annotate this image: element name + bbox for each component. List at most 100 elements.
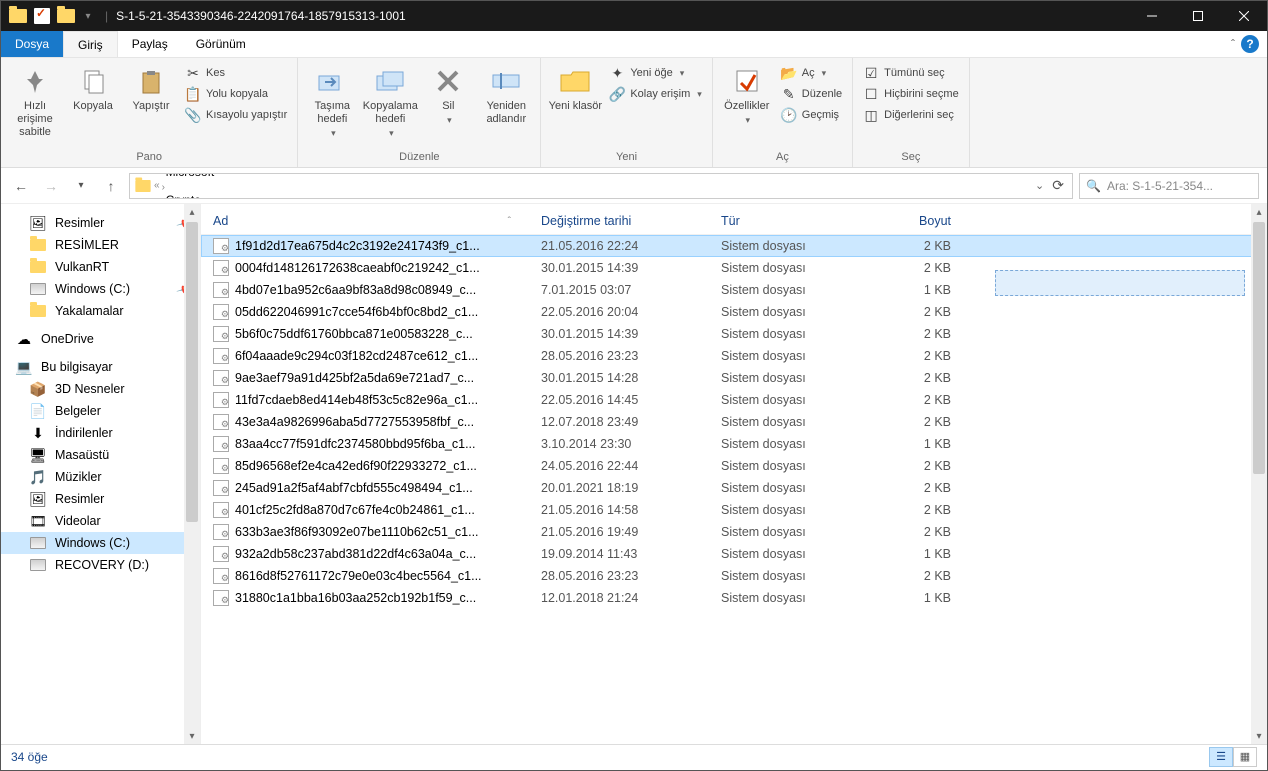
item-count: 34 öğe — [11, 750, 48, 764]
music-icon: 🎵 — [29, 469, 47, 485]
table-row[interactable]: 5b6f0c75ddf61760bbca871e00583228_c...30.… — [201, 323, 1267, 345]
sidebar-item-onedrive[interactable]: ☁OneDrive — [1, 328, 200, 350]
copy-button[interactable]: Kopyala — [65, 62, 121, 113]
pin-quickaccess-button[interactable]: Hızlı erişime sabitle — [7, 62, 63, 139]
yakalamalar-icon — [29, 303, 47, 319]
column-headers[interactable]: Adˆ Değiştirme tarihi Tür Boyut — [201, 204, 1267, 235]
properties-button[interactable]: Özellikler▾ — [719, 62, 775, 126]
folder-icon — [9, 7, 27, 25]
sidebar-item-windowsc[interactable]: Windows (C:)📌 — [1, 278, 200, 300]
sidebar-item-music[interactable]: 🎵Müzikler — [1, 466, 200, 488]
rename-icon — [489, 64, 523, 98]
breadcrumb-item[interactable]: Crypto — [162, 193, 460, 199]
sidebar: 🖼Resimler📌RESİMLERVulkanRTWindows (C:)📌Y… — [1, 204, 201, 744]
breadcrumb-item[interactable]: Microsoft — [162, 173, 460, 179]
tab-home[interactable]: Giriş — [63, 31, 118, 57]
table-row[interactable]: 245ad91a2f5af4abf7cbfd555c498494_c1...20… — [201, 477, 1267, 499]
main-scrollbar[interactable]: ▴ ▾ — [1251, 204, 1267, 744]
sidebar-item-documents[interactable]: 📄Belgeler — [1, 400, 200, 422]
vulkan-icon — [29, 259, 47, 275]
status-bar: 34 öğe ☰ ▦ — [1, 744, 1267, 768]
sidebar-item-resimler[interactable]: 🖼Resimler📌 — [1, 212, 200, 234]
delete-button[interactable]: Sil▾ — [420, 62, 476, 126]
copy-to-button[interactable]: Kopyalama hedefi▾ — [362, 62, 418, 139]
select-all-button[interactable]: ☑Tümünü seç — [859, 64, 963, 82]
sidebar-item-thispc[interactable]: 💻Bu bilgisayar — [1, 356, 200, 378]
search-input[interactable]: 🔍 Ara: S-1-5-21-354... — [1079, 173, 1259, 199]
qat-dropdown-icon[interactable]: ▾ — [81, 9, 95, 23]
details-view-button[interactable]: ☰ — [1209, 747, 1233, 767]
up-button[interactable]: ↑ — [99, 174, 123, 198]
file-icon — [213, 260, 229, 276]
table-row[interactable]: 83aa4cc77f591dfc2374580bbd95f6ba_c1...3.… — [201, 433, 1267, 455]
table-row[interactable]: 401cf25c2fd8a870d7c67fe4c0b24861_c1...21… — [201, 499, 1267, 521]
chevron-up-icon[interactable]: ˆ — [1231, 37, 1235, 51]
tab-share[interactable]: Paylaş — [118, 31, 182, 57]
ribbon-tabs: Dosya Giriş Paylaş Görünüm ˆ ? — [1, 31, 1267, 58]
recent-dropdown-icon[interactable]: ▾ — [69, 174, 93, 198]
windowsc-icon — [29, 281, 47, 297]
new-item-button[interactable]: ✦Yeni öğe▾ — [605, 64, 705, 82]
paste-icon — [134, 64, 168, 98]
tab-view[interactable]: Görünüm — [182, 31, 260, 57]
sidebar-item-yakalamalar[interactable]: Yakalamalar — [1, 300, 200, 322]
table-row[interactable]: 43e3a4a9826996aba5d7727553958fbf_c...12.… — [201, 411, 1267, 433]
back-button[interactable]: ← — [9, 174, 33, 198]
sidebar-item-vulkan[interactable]: VulkanRT — [1, 256, 200, 278]
easy-access-button[interactable]: 🔗Kolay erişim▾ — [605, 85, 705, 103]
table-row[interactable]: 932a2db58c237abd381d22df4c63a04a_c...19.… — [201, 543, 1267, 565]
rename-button[interactable]: Yeniden adlandır — [478, 62, 534, 126]
paste-button[interactable]: Yapıştır — [123, 62, 179, 113]
file-icon — [213, 326, 229, 342]
copy-path-button[interactable]: 📋Yolu kopyala — [181, 85, 291, 103]
table-row[interactable]: 633b3ae3f86f93092e07be1110b62c51_c1...21… — [201, 521, 1267, 543]
delete-icon — [431, 64, 465, 98]
snip-overlay — [995, 270, 1245, 296]
table-row[interactable]: 85d96568ef2e4ca42ed6f90f22933272_c1...24… — [201, 455, 1267, 477]
chevron-down-icon[interactable]: ⌄ — [1035, 179, 1044, 192]
table-row[interactable]: 11fd7cdaeb8ed414eb48f53c5c82e96a_c1...22… — [201, 389, 1267, 411]
paste-shortcut-button[interactable]: 📎Kısayolu yapıştır — [181, 106, 291, 124]
resimler-icon: 🖼 — [29, 215, 47, 231]
close-button[interactable] — [1221, 1, 1267, 31]
table-row[interactable]: 9ae3aef79a91d425bf2a5da69e721ad7_c...30.… — [201, 367, 1267, 389]
refresh-button[interactable]: ⟳ — [1052, 177, 1064, 194]
open-button[interactable]: 📂Aç▾ — [777, 64, 846, 82]
sidebar-item-resimler2[interactable]: RESİMLER — [1, 234, 200, 256]
sidebar-item-windowsc2[interactable]: Windows (C:) — [1, 532, 200, 554]
sidebar-item-downloads[interactable]: ⬇İndirilenler — [1, 422, 200, 444]
minimize-button[interactable] — [1129, 1, 1175, 31]
address-bar[interactable]: « AppData›Roaming›Microsoft›Crypto›RSA›S… — [129, 173, 1073, 199]
new-folder-icon — [558, 64, 592, 98]
sidebar-item-videos[interactable]: 🎞Videolar — [1, 510, 200, 532]
maximize-button[interactable] — [1175, 1, 1221, 31]
sidebar-item-recovery[interactable]: RECOVERY (D:) — [1, 554, 200, 576]
sidebar-scrollbar[interactable]: ▴ ▾ — [184, 204, 200, 744]
forward-button[interactable]: → — [39, 174, 63, 198]
tab-file[interactable]: Dosya — [1, 31, 63, 57]
invert-selection-button[interactable]: ◫Diğerlerini seç — [859, 106, 963, 124]
scissors-icon: ✂ — [185, 65, 201, 81]
properties-icon — [730, 64, 764, 98]
new-folder-button[interactable]: Yeni klasör — [547, 62, 603, 113]
table-row[interactable]: 6f04aaade9c294c03f182cd2487ce612_c1...28… — [201, 345, 1267, 367]
sidebar-item-pictures[interactable]: 🖼Resimler — [1, 488, 200, 510]
cut-button[interactable]: ✂Kes — [181, 64, 291, 82]
edit-button[interactable]: ✎Düzenle — [777, 85, 846, 103]
table-row[interactable]: 31880c1a1bba16b03aa252cb192b1f59_c...12.… — [201, 587, 1267, 609]
icons-view-button[interactable]: ▦ — [1233, 747, 1257, 767]
history-button[interactable]: 🕑Geçmiş — [777, 106, 846, 124]
sidebar-item-objects3d[interactable]: 📦3D Nesneler — [1, 378, 200, 400]
qat-checkbox-icon[interactable] — [33, 7, 51, 25]
table-row[interactable]: 8616d8f52761172c79e0e03c4bec5564_c1...28… — [201, 565, 1267, 587]
chevron-right-icon[interactable]: › — [162, 182, 165, 193]
table-row[interactable]: 1f91d2d17ea675d4c2c3192e241743f9_c1...21… — [201, 235, 1267, 257]
sidebar-item-desktop[interactable]: 🖥Masaüstü — [1, 444, 200, 466]
table-row[interactable]: 05dd622046991c7cce54f6b4bf0c8bd2_c1...22… — [201, 301, 1267, 323]
file-list-pane: Adˆ Değiştirme tarihi Tür Boyut 1f91d2d1… — [201, 204, 1267, 744]
select-none-button[interactable]: ☐Hiçbirini seçme — [859, 85, 963, 103]
file-icon — [213, 458, 229, 474]
file-icon — [213, 590, 229, 606]
move-to-button[interactable]: Taşıma hedefi▾ — [304, 62, 360, 139]
help-button[interactable]: ? — [1241, 35, 1259, 53]
